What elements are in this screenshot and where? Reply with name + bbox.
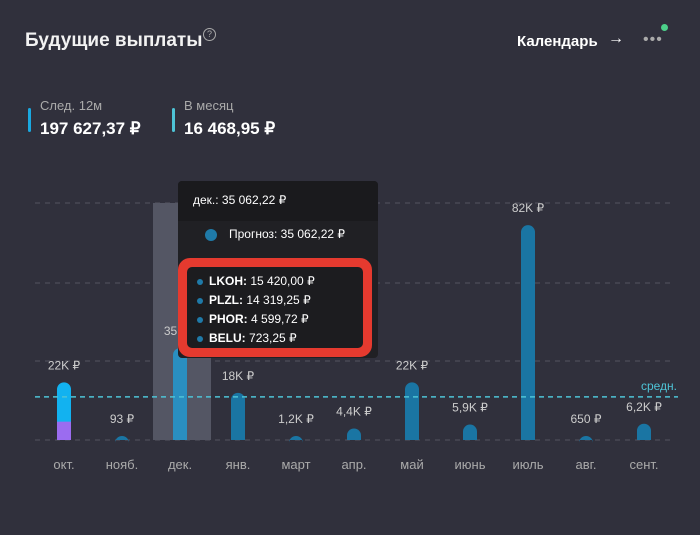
data-label: 22K ₽: [48, 358, 81, 372]
data-label: 22K ₽: [396, 358, 429, 372]
forecast-text: Прогноз: 35 062,22 ₽: [229, 227, 346, 241]
ticker: PLZL:: [209, 293, 243, 307]
bar-янв.: [231, 392, 245, 440]
tooltip-title: дек.: 35 062,22 ₽: [178, 181, 378, 221]
tooltip-item: LKOH: 15 420,00 ₽: [197, 272, 363, 291]
x-tick-label: янв.: [226, 457, 251, 472]
highlight-box: LKOH: 15 420,00 ₽ PLZL: 14 319,25 ₽ PHOR…: [178, 258, 372, 357]
x-tick-label: окт.: [53, 457, 74, 472]
data-label: 5,9K ₽: [452, 401, 488, 415]
tooltip-item: PHOR: 4 599,72 ₽: [197, 310, 363, 329]
x-tick-label: нояб.: [106, 457, 139, 472]
tooltip-item: BELU: 723,25 ₽: [197, 329, 363, 348]
x-tick-label: июль: [512, 457, 543, 472]
bar-июнь: [463, 424, 477, 440]
bar-июль: [521, 225, 535, 440]
data-label: 82K ₽: [512, 201, 545, 215]
amount: 4 599,72 ₽: [251, 312, 309, 326]
x-tick-label: авг.: [576, 457, 597, 472]
bar-нояб.: [115, 436, 129, 443]
bar-май: [405, 382, 419, 440]
x-tick-label: май: [400, 457, 423, 472]
data-label: 650 ₽: [571, 412, 602, 426]
data-label: 18K ₽: [222, 369, 255, 383]
ticker: BELU:: [209, 331, 246, 345]
data-label: 93 ₽: [110, 412, 135, 426]
tooltip-forecast: Прогноз: 35 062,22 ₽: [205, 227, 345, 241]
bar-дек.: [173, 348, 187, 440]
amount: 723,25 ₽: [249, 331, 297, 345]
amount: 14 319,25 ₽: [246, 293, 311, 307]
amount: 15 420,00 ₽: [250, 274, 315, 288]
x-tick-label: апр.: [341, 457, 366, 472]
x-tick-label: дек.: [168, 457, 192, 472]
bar-сент.: [637, 423, 651, 440]
data-label: 6,2K ₽: [626, 400, 662, 414]
bar-март: [289, 436, 303, 443]
x-tick-label: июнь: [455, 457, 486, 472]
ticker: LKOH:: [209, 274, 247, 288]
data-label: 4,4K ₽: [336, 404, 372, 418]
tooltip-item: PLZL: 14 319,25 ₽: [197, 291, 363, 310]
forecast-dot-icon: [205, 228, 217, 241]
average-label: средн.: [641, 379, 677, 393]
x-tick-label: март: [281, 457, 310, 472]
data-label: 1,2K ₽: [278, 412, 314, 426]
bar-received-segment: [57, 421, 71, 440]
bar-авг.: [579, 436, 593, 443]
x-tick-label: сент.: [629, 457, 658, 472]
ticker: PHOR:: [209, 312, 248, 326]
bar-апр.: [347, 428, 361, 440]
